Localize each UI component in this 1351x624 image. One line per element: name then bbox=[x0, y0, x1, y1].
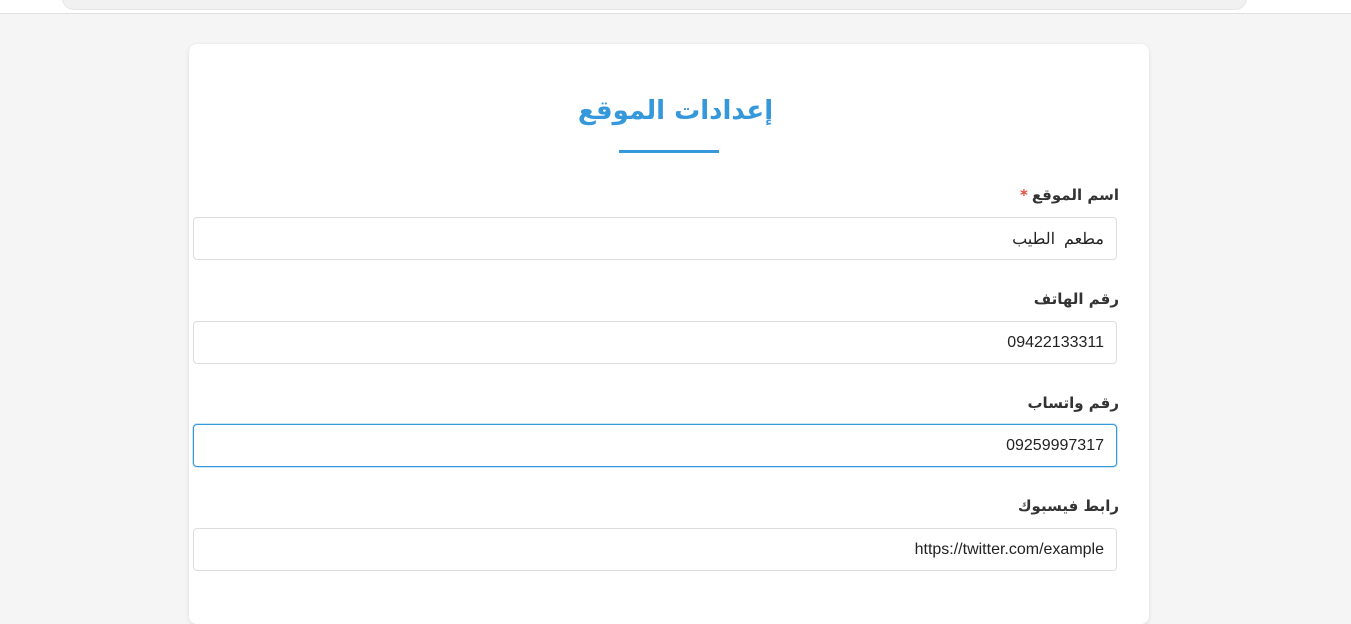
site-name-label-text: اسم الموقع bbox=[1031, 186, 1119, 204]
title-underline bbox=[619, 150, 719, 153]
whatsapp-label: رقم واتساب bbox=[1027, 394, 1119, 412]
facebook-link-label: رابط فيسبوك bbox=[1017, 497, 1119, 515]
phone-input[interactable] bbox=[193, 321, 1117, 364]
required-star: * bbox=[1019, 186, 1028, 204]
site-name-input[interactable] bbox=[193, 217, 1117, 260]
page-title: إعدادات الموقع bbox=[577, 96, 774, 126]
phone-label: رقم الهاتف bbox=[1033, 290, 1119, 308]
site-name-label: اسم الموقع* bbox=[1020, 186, 1119, 204]
facebook-link-input[interactable] bbox=[193, 528, 1117, 571]
top-header-strip bbox=[0, 0, 1351, 14]
top-search-bar[interactable] bbox=[62, 0, 1247, 10]
whatsapp-input[interactable] bbox=[193, 424, 1117, 467]
